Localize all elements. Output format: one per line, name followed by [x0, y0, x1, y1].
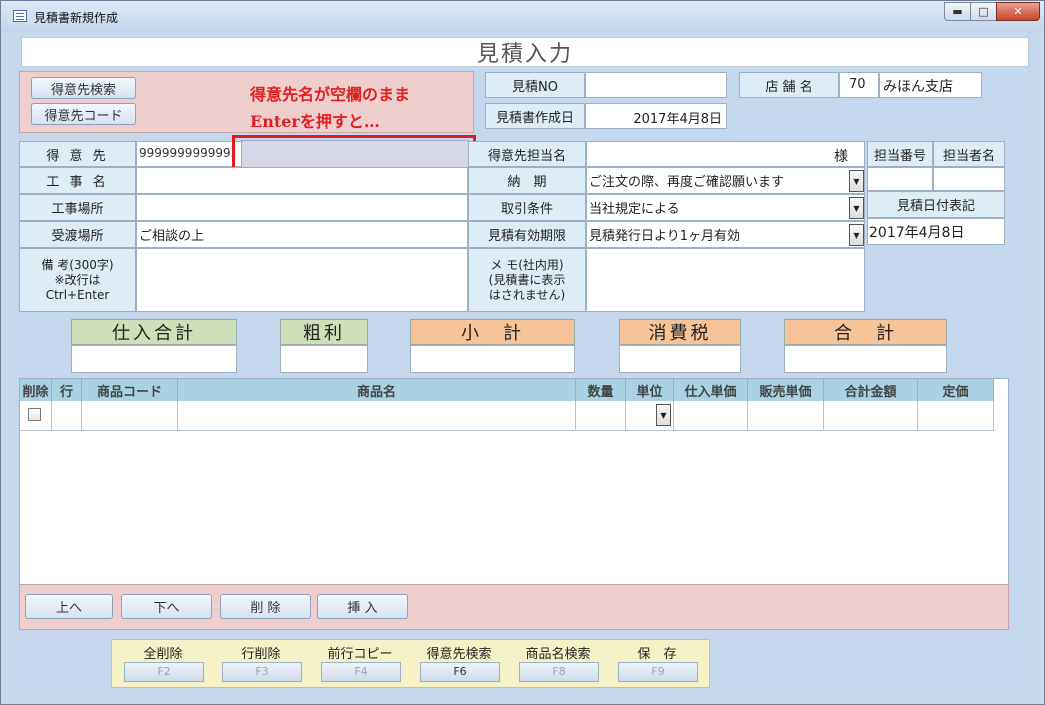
subtotal-label: 小 計 — [410, 319, 575, 345]
delete-row-button[interactable]: 削 除 — [220, 594, 311, 619]
customer-label: 得 意 先 — [19, 141, 136, 167]
app-window: 見積書新規作成 ▬ □ ✕ 見積入力 得意先検索 得意先コード 得意先名が空欄の… — [0, 0, 1045, 705]
purchase-price-cell[interactable] — [674, 401, 748, 431]
chevron-down-icon[interactable]: ▼ — [656, 404, 671, 426]
work-name-label: 工 事 名 — [19, 167, 136, 194]
row-delete-cell — [20, 401, 52, 431]
shop-name-field[interactable]: みほん支店 — [879, 72, 982, 98]
create-date-label: 見積書作成日 — [485, 103, 585, 129]
subtotal-field — [410, 345, 575, 373]
col-quantity: 数量 — [576, 379, 626, 401]
col-list-price: 定価 — [918, 379, 994, 401]
col-purchase-price: 仕入単価 — [674, 379, 748, 401]
terms-label: 取引条件 — [468, 194, 586, 221]
col-product-name: 商品名 — [178, 379, 576, 401]
form-body: 見積入力 得意先検索 得意先コード 得意先名が空欄のまま Enterを押すと… … — [9, 31, 1036, 696]
chevron-down-icon[interactable]: ▼ — [849, 197, 864, 219]
sale-price-cell[interactable] — [748, 401, 824, 431]
quantity-cell[interactable] — [576, 401, 626, 431]
customer-search-button[interactable]: 得意先検索 — [31, 77, 136, 99]
work-name-field[interactable] — [136, 167, 468, 194]
chevron-down-icon[interactable]: ▼ — [849, 224, 864, 246]
product-name-cell[interactable] — [178, 401, 576, 431]
title-bar: 見積書新規作成 ▬ □ ✕ — [1, 1, 1044, 31]
col-unit: 単位 — [626, 379, 674, 401]
amount-cell[interactable] — [824, 401, 918, 431]
col-sale-price: 販売単価 — [748, 379, 824, 401]
staff-no-field[interactable] — [867, 167, 933, 191]
remarks-label: 備 考(300字) ※改行は Ctrl+Enter — [19, 248, 136, 312]
unit-cell[interactable]: ▼ — [626, 401, 674, 431]
close-button[interactable]: ✕ — [996, 2, 1040, 21]
product-code-cell[interactable] — [82, 401, 178, 431]
memo-field[interactable] — [586, 248, 865, 312]
annotation-line-2: Enterを押すと… — [250, 112, 380, 131]
handover-label: 受渡場所 — [19, 221, 136, 248]
site-field[interactable] — [136, 194, 468, 221]
list-price-cell[interactable] — [918, 401, 994, 431]
tax-field — [619, 345, 741, 373]
handover-field[interactable]: ご相談の上 — [136, 221, 468, 248]
contact-label: 得意先担当名 — [468, 141, 586, 167]
move-down-button[interactable]: 下へ — [121, 594, 212, 619]
shop-label: 店 舗 名 — [739, 72, 839, 98]
memo-label: メ モ(社内用) (見積書に表示 はされません) — [468, 248, 586, 312]
validity-select[interactable]: 見積発行日より1ヶ月有効 — [586, 221, 865, 248]
chevron-down-icon[interactable]: ▼ — [849, 170, 864, 192]
customer-code-button[interactable]: 得意先コード — [31, 103, 136, 125]
purchase-total-label: 仕入合計 — [71, 319, 237, 345]
remarks-field[interactable] — [136, 248, 468, 312]
items-grid: 削除 行 商品コード 商品名 数量 単位 仕入単価 販売単価 合計金額 定価 ▼ — [19, 378, 1009, 586]
site-label: 工事場所 — [19, 194, 136, 221]
delivery-label: 納 期 — [468, 167, 586, 194]
col-product-code: 商品コード — [82, 379, 178, 401]
fkey-product-search[interactable]: 商品名検索 F8 — [517, 643, 599, 683]
annotation-line-1: 得意先名が空欄のまま — [250, 85, 411, 104]
customer-search-panel: 得意先検索 得意先コード 得意先名が空欄のまま Enterを押すと… — [19, 71, 474, 133]
move-up-button[interactable]: 上へ — [25, 594, 113, 619]
create-date-field[interactable]: 2017年4月8日 — [585, 103, 727, 129]
delete-checkbox[interactable] — [28, 408, 41, 421]
fkey-save[interactable]: 保 存 F9 — [616, 643, 698, 683]
shop-code-field[interactable]: 70 — [839, 72, 879, 98]
window-title: 見積書新規作成 — [34, 11, 119, 25]
total-field — [784, 345, 947, 373]
profit-field — [280, 345, 368, 373]
row-number-cell — [52, 401, 82, 431]
fkey-delete-row[interactable]: 行削除 F3 — [220, 643, 302, 683]
form-icon — [13, 10, 27, 22]
profit-label: 粗利 — [280, 319, 368, 345]
col-row: 行 — [52, 379, 82, 401]
function-key-bar: 全削除 F2 行削除 F3 前行コピー F4 得意先検索 F6 商品名検索 F8… — [111, 639, 710, 688]
quote-no-label: 見積NO — [485, 72, 585, 98]
contact-field[interactable]: 様 — [586, 141, 865, 167]
staff-name-field[interactable] — [933, 167, 1005, 191]
fkey-copy-row[interactable]: 前行コピー F4 — [319, 643, 401, 683]
tax-label: 消費税 — [619, 319, 741, 345]
fkey-delete-all[interactable]: 全削除 F2 — [122, 643, 204, 683]
validity-label: 見積有効期限 — [468, 221, 586, 248]
staff-no-label: 担当番号 — [867, 141, 933, 167]
maximize-button[interactable]: □ — [970, 2, 997, 21]
total-label: 合 計 — [784, 319, 947, 345]
page-title: 見積入力 — [21, 37, 1029, 67]
purchase-total-field — [71, 345, 237, 373]
minimize-button[interactable]: ▬ — [944, 2, 971, 21]
delivery-select[interactable]: ご注文の際、再度ご確認願います — [586, 167, 865, 194]
date-note-field[interactable]: 2017年4月8日 — [867, 218, 1005, 245]
grid-button-bar: 上へ 下へ 削 除 挿 入 — [19, 584, 1009, 630]
quote-no-field[interactable] — [585, 72, 727, 98]
col-delete: 削除 — [20, 379, 52, 401]
terms-select[interactable]: 当社規定による — [586, 194, 865, 221]
staff-name-label: 担当者名 — [933, 141, 1005, 167]
insert-row-button[interactable]: 挿 入 — [317, 594, 408, 619]
col-amount: 合計金額 — [824, 379, 918, 401]
date-note-label: 見積日付表記 — [867, 191, 1005, 218]
fkey-customer-search[interactable]: 得意先検索 F6 — [418, 643, 500, 683]
